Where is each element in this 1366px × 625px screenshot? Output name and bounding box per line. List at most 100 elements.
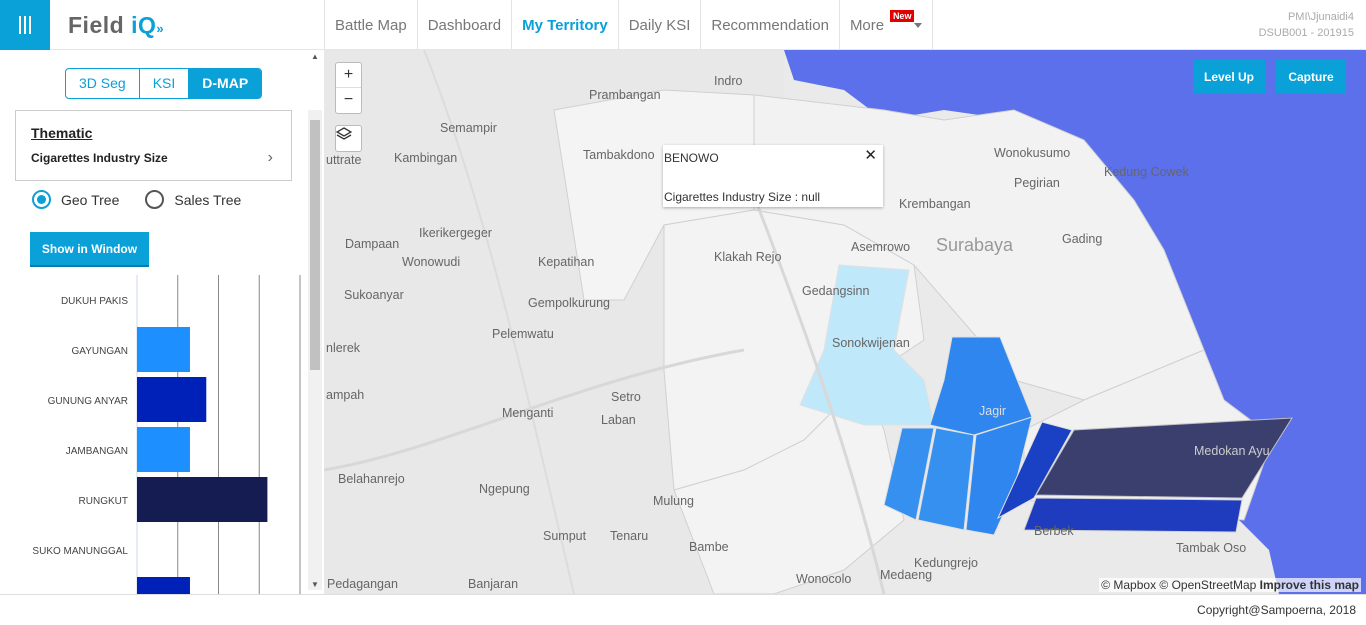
chevron-right-icon: › [267,149,273,166]
map-label: Klakah Rejo [714,250,782,264]
footer: Copyright@Sampoerna, 2018 [0,594,1366,625]
map-label: Gempolkurung [528,296,610,310]
tab-battle-map[interactable]: Battle Map [324,0,417,50]
map-label: Bambe [689,540,729,554]
thematic-value: Cigarettes Industry Size [31,151,168,165]
segment-3d-seg[interactable]: 3D Seg [66,69,139,98]
level-up-button[interactable]: Level Up [1193,60,1265,93]
segment-d-map[interactable]: D-MAP [188,69,262,98]
district-popup: BENOWO Cigarettes Industry Size : null ✕ [663,145,883,207]
bar-label: GAYUNGAN [72,346,129,357]
map-label: Kedungrejo [914,556,978,570]
bar[interactable] [137,327,190,372]
popup-body: Cigarettes Industry Size : null [664,190,821,204]
map-label: Tambak Oso [1176,541,1247,555]
scroll-down-icon[interactable]: ▼ [311,580,319,589]
copyright-text: Copyright@Sampoerna, 2018 [1197,603,1356,617]
tab-recommendation[interactable]: Recommendation [700,0,839,50]
menu-icon [19,16,31,34]
sidebar: 3D Seg KSI D-MAP Thematic Cigarettes Ind… [0,50,324,594]
radio-unchecked-icon [145,190,165,209]
radio-sales-tree[interactable]: Sales Tree [145,190,241,209]
map-label: Pedagangan [327,577,398,591]
caret-down-icon [914,22,923,28]
show-in-window-button[interactable]: Show in Window [30,232,149,265]
improve-map-link[interactable]: Improve this map [1260,578,1359,592]
bar[interactable] [137,427,190,472]
radio-geo-tree[interactable]: Geo Tree [32,190,119,209]
map-label: Sukoanyar [344,288,404,302]
map-label-city: Surabaya [936,235,1014,255]
close-icon[interactable]: ✕ [864,146,877,164]
map-label: Gedangsinn [802,284,870,298]
map-label: Dampaan [345,237,400,251]
zoom-in-button[interactable]: + [336,63,361,88]
map-label: Banjaran [468,577,519,591]
map-label: uttrate [326,153,362,167]
scrollbar-thumb[interactable] [310,120,320,370]
user-info[interactable]: PMI\Jjunaidi4 DSUB001 - 201915 [1259,9,1354,41]
segment-ksi[interactable]: KSI [138,69,189,98]
map-label: Mulung [653,494,694,508]
hamburger-menu-button[interactable] [0,0,50,50]
map-attribution: © Mapbox © OpenStreetMap Improve this ma… [1099,578,1361,592]
map-label: Krembangan [899,197,971,211]
map-label: Semampir [440,121,497,135]
map-label: Kedung Cowek [1104,165,1189,179]
layers-button[interactable] [335,125,362,152]
bar-label: GUNUNG ANYAR [48,396,128,407]
map-label: Setro [611,390,641,404]
zoom-out-button[interactable]: − [336,88,361,113]
scroll-up-icon[interactable]: ▲ [311,52,319,61]
map-label: Kambingan [394,151,458,165]
bar[interactable] [137,377,207,422]
bar-label: SUKO MANUNGGAL [32,546,128,557]
capture-button[interactable]: Capture [1276,60,1346,93]
thematic-selector[interactable]: Thematic Cigarettes Industry Size › [15,110,292,181]
bar[interactable] [137,477,268,522]
map-label: Ikerikergeger [419,226,492,240]
map-view[interactable]: Indro Prambangan Semampir Kambingan Tamb… [324,50,1366,594]
map-label: Sumput [543,529,587,543]
map-label: Wonokusumo [994,146,1071,160]
map-label: Medokan Ayu [1194,444,1270,458]
tab-dashboard[interactable]: Dashboard [416,0,511,50]
tab-my-territory[interactable]: My Territory [511,0,618,50]
map-label: Tambakdono [583,148,655,162]
map-label: Wonocolo [796,572,852,586]
map-label: Gading [1062,232,1103,246]
map-label: Pegirian [1014,176,1060,190]
district-bar-chart: DUKUH PAKIS GAYUNGAN GUNUNG ANYAR JAMBANGAN… [32,275,301,594]
map-label: Kepatihan [538,255,595,269]
radio-geo-tree-label: Geo Tree [61,191,120,208]
tab-daily-ksi[interactable]: Daily KSI [617,0,701,50]
bar-label: DUKUH PAKIS [61,296,128,307]
user-distributor: DSUB001 - 201915 [1258,27,1354,39]
tab-more[interactable]: More New [838,0,934,50]
new-badge: New [889,10,915,22]
app-logo[interactable]: Field iQ» [68,12,164,39]
map-label: ampah [326,388,365,402]
sidebar-scrollbar[interactable]: ▲ ▼ [308,52,322,590]
radio-sales-tree-label: Sales Tree [174,191,242,208]
tab-more-label: More [849,16,885,34]
map-label: Medaeng [880,568,933,582]
attribution-text[interactable]: © Mapbox © OpenStreetMap [1101,578,1256,592]
bar-label: JAMBANGAN [66,446,128,457]
map-label: Berbek [1034,524,1074,538]
bar-label: RUNGKUT [79,496,128,507]
layers-icon [336,127,352,140]
map-label: Sonokwijenan [832,336,910,350]
popup-title: BENOWO [664,151,719,165]
map-label: Laban [601,413,636,427]
map-label: Indro [714,74,743,88]
user-id: PMI\Jjunaidi4 [1287,11,1354,23]
map-label: Ngepung [479,482,530,496]
map-label: Asemrowo [851,240,911,254]
map-label: Menganti [502,406,554,420]
map-label: Belahanrejo [338,472,405,486]
bar[interactable] [137,577,190,594]
map-label: Wonowudi [402,255,461,269]
map-label: nlerek [326,341,361,355]
map-label: Jagir [979,404,1007,418]
